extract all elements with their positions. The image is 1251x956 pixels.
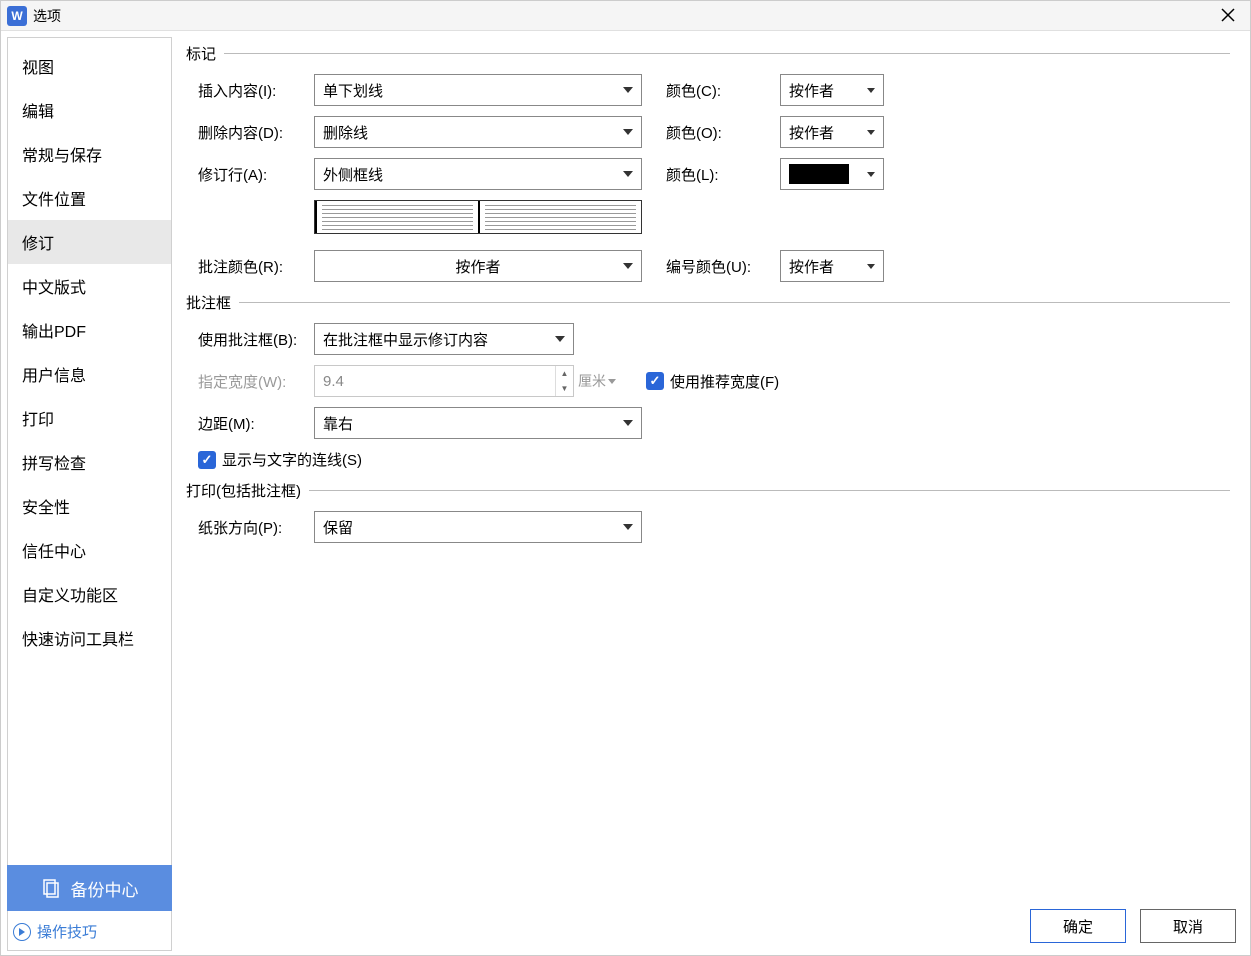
section-print-header: 打印(包括批注框)	[186, 480, 1230, 501]
sidebar-item-view[interactable]: 视图	[8, 44, 171, 88]
chevron-down-icon	[623, 87, 633, 93]
content-panel: 标记 插入内容(I): 单下划线 颜色(C): 按作者 删除内容(D): 删除线	[172, 31, 1250, 951]
print-orient-value: 保留	[323, 517, 353, 538]
sidebar-item-customribbon[interactable]: 自定义功能区	[8, 572, 171, 616]
bottom-area: 备份中心 操作技巧 确定 取消	[7, 865, 1250, 955]
ok-button[interactable]: 确定	[1030, 909, 1126, 943]
insert-select-value: 单下划线	[323, 80, 383, 101]
sidebar-item-pdf[interactable]: 输出PDF	[8, 308, 171, 352]
recommend-width-label: 使用推荐宽度(F)	[670, 371, 779, 392]
section-print-title: 打印(包括批注框)	[186, 480, 309, 501]
sidebar-item-revision[interactable]: 修订	[8, 220, 171, 264]
showlines-label: 显示与文字的连线(S)	[222, 449, 362, 470]
insert-color-select[interactable]: 按作者	[780, 74, 884, 106]
chevron-down-icon	[867, 172, 875, 177]
revline-color-select[interactable]	[780, 158, 884, 190]
sidebar-item-userinfo[interactable]: 用户信息	[8, 352, 171, 396]
sidebar-item-security[interactable]: 安全性	[8, 484, 171, 528]
balloon-use-label: 使用批注框(B):	[186, 329, 314, 350]
chevron-down-icon	[555, 336, 565, 342]
revline-color-label: 颜色(L):	[666, 164, 780, 185]
backup-center-label: 备份中心	[71, 876, 139, 901]
tips-link[interactable]: 操作技巧	[13, 921, 97, 942]
section-mark-title: 标记	[186, 43, 224, 64]
sidebar-item-chinese[interactable]: 中文版式	[8, 264, 171, 308]
play-icon	[13, 923, 31, 941]
number-color-select[interactable]: 按作者	[780, 250, 884, 282]
comment-color-value: 按作者	[455, 256, 500, 277]
comment-color-select[interactable]: 按作者	[314, 250, 642, 282]
revline-select-value: 外侧框线	[323, 164, 383, 185]
sidebar: 视图 编辑 常规与保存 文件位置 修订 中文版式 输出PDF 用户信息 打印 拼…	[7, 37, 172, 951]
balloon-margin-value: 靠右	[323, 413, 353, 434]
number-color-value: 按作者	[789, 256, 834, 277]
sidebar-item-general[interactable]: 常规与保存	[8, 132, 171, 176]
spinner-buttons[interactable]: ▲ ▼	[555, 366, 573, 396]
sidebar-item-trustcenter[interactable]: 信任中心	[8, 528, 171, 572]
chevron-down-icon	[608, 379, 616, 384]
chevron-down-icon	[623, 263, 633, 269]
insert-color-value: 按作者	[789, 80, 834, 101]
window-title: 选项	[33, 6, 61, 26]
spin-up-icon[interactable]: ▲	[556, 366, 573, 381]
balloon-width-value[interactable]	[315, 373, 555, 390]
delete-color-select[interactable]: 按作者	[780, 116, 884, 148]
app-icon: W	[7, 6, 27, 26]
balloon-width-label: 指定宽度(W):	[186, 371, 314, 392]
balloon-use-select[interactable]: 在批注框中显示修订内容	[314, 323, 574, 355]
titlebar: W 选项	[1, 1, 1250, 31]
delete-select[interactable]: 删除线	[314, 116, 642, 148]
section-balloon-header: 批注框	[186, 292, 1230, 313]
sidebar-item-print[interactable]: 打印	[8, 396, 171, 440]
insert-label: 插入内容(I):	[186, 80, 314, 101]
revline-select[interactable]: 外侧框线	[314, 158, 642, 190]
showlines-checkbox[interactable]	[198, 451, 216, 469]
section-mark-header: 标记	[186, 43, 1230, 64]
close-icon	[1221, 8, 1235, 22]
recommend-width-checkbox[interactable]	[646, 372, 664, 390]
revision-preview	[314, 200, 642, 234]
balloon-margin-select[interactable]: 靠右	[314, 407, 642, 439]
tips-label: 操作技巧	[37, 921, 97, 942]
spin-down-icon[interactable]: ▼	[556, 381, 573, 396]
chevron-down-icon	[623, 524, 633, 530]
cancel-button[interactable]: 取消	[1140, 909, 1236, 943]
insert-select[interactable]: 单下划线	[314, 74, 642, 106]
sidebar-item-quickaccess[interactable]: 快速访问工具栏	[8, 616, 171, 660]
delete-color-label: 颜色(O):	[666, 122, 780, 143]
backup-icon	[41, 878, 61, 898]
chevron-down-icon	[623, 171, 633, 177]
section-balloon-title: 批注框	[186, 292, 239, 313]
balloon-margin-label: 边距(M):	[186, 413, 314, 434]
balloon-width-unit: 厘米	[578, 371, 606, 391]
delete-label: 删除内容(D):	[186, 122, 314, 143]
backup-center-button[interactable]: 备份中心	[7, 865, 172, 911]
chevron-down-icon	[867, 88, 875, 93]
sidebar-item-edit[interactable]: 编辑	[8, 88, 171, 132]
revline-label: 修订行(A):	[186, 164, 314, 185]
print-orient-label: 纸张方向(P):	[186, 517, 314, 538]
delete-color-value: 按作者	[789, 122, 834, 143]
print-orient-select[interactable]: 保留	[314, 511, 642, 543]
balloon-width-input[interactable]: ▲ ▼	[314, 365, 574, 397]
sidebar-item-filelocation[interactable]: 文件位置	[8, 176, 171, 220]
close-button[interactable]	[1214, 3, 1242, 27]
sidebar-item-spellcheck[interactable]: 拼写检查	[8, 440, 171, 484]
balloon-width-unit-select[interactable]: 厘米	[578, 371, 616, 391]
color-swatch-black	[789, 164, 849, 184]
chevron-down-icon	[623, 129, 633, 135]
balloon-use-value: 在批注框中显示修订内容	[323, 329, 488, 350]
chevron-down-icon	[867, 264, 875, 269]
chevron-down-icon	[623, 420, 633, 426]
delete-select-value: 删除线	[323, 122, 368, 143]
number-color-label: 编号颜色(U):	[666, 256, 780, 277]
chevron-down-icon	[867, 130, 875, 135]
comment-color-label: 批注颜色(R):	[186, 256, 314, 277]
insert-color-label: 颜色(C):	[666, 80, 780, 101]
